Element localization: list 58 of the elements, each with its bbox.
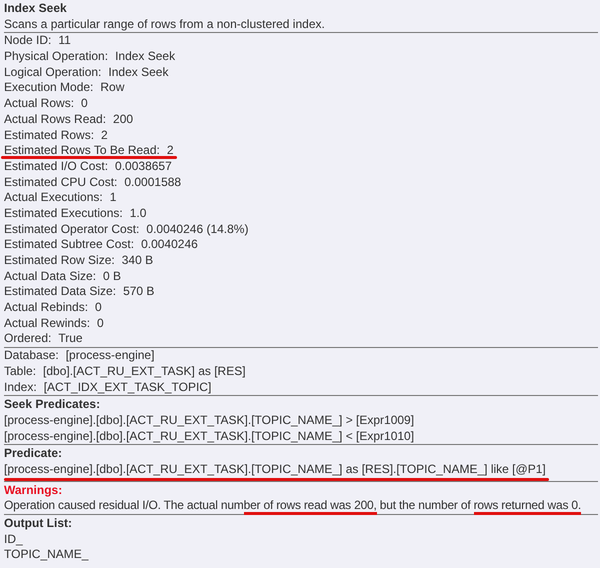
- property-label: Estimated Executions:: [4, 206, 123, 222]
- property-label: Ordered:: [4, 331, 52, 348]
- section-heading: Warnings:: [4, 482, 64, 498]
- property-label: Estimated Operator Cost:: [4, 222, 140, 238]
- property-label: Estimated CPU Cost:: [4, 174, 118, 190]
- property-value: 0: [97, 316, 104, 332]
- section-heading: Output List:: [4, 516, 73, 532]
- property-value: 200: [113, 112, 134, 128]
- predicate-text: [process-engine].[dbo].[ACT_RU_EXT_TASK].[TOPIC_NAME_] as [RES].[TOPIC_NAME_] like [@P1]: [4, 462, 546, 478]
- property-label: Database:: [4, 348, 59, 364]
- predicate-text: [process-engine].[dbo].[ACT_RU_EXT_TASK].[TOPIC_NAME_] > [Expr1009]: [4, 412, 414, 429]
- property-label: Table:: [4, 364, 36, 380]
- property-label: Estimated Row Size:: [4, 253, 115, 269]
- property-value: True: [58, 331, 83, 348]
- section-heading: Seek Predicates:: [4, 397, 102, 413]
- property-label: Estimated Subtree Cost:: [4, 237, 134, 253]
- property-value: [process-engine]: [66, 348, 154, 364]
- property-label: Actual Data Size:: [4, 268, 96, 284]
- property-value: 340 B: [122, 253, 154, 269]
- property-label: Logical Operation:: [4, 64, 102, 80]
- property-label: Estimated Rows:: [4, 128, 94, 144]
- property-value: 570 B: [123, 284, 154, 300]
- output-column: TOPIC_NAME_: [4, 547, 600, 564]
- property-value: 0.0040246 (14.8%): [146, 222, 248, 238]
- property-label: Actual Rows:: [4, 96, 74, 112]
- property-label: Actual Rebinds:: [4, 300, 88, 316]
- property-label: Actual Executions:: [4, 190, 103, 206]
- property-label: Physical Operation:: [4, 49, 108, 65]
- property-value: 0 B: [103, 268, 122, 284]
- property-label: Execution Mode:: [4, 80, 94, 96]
- property-value: Row: [100, 80, 124, 96]
- property-label: Actual Rows Read:: [4, 112, 106, 128]
- property-label: Estimated I/O Cost:: [4, 158, 108, 175]
- property-value: Index Seek: [115, 49, 176, 65]
- property-value: [dbo].[ACT_RU_EXT_TASK] as [RES]: [43, 364, 246, 380]
- property-label: Actual Rewinds:: [4, 316, 90, 332]
- operator-title: Index Seek: [4, 1, 68, 17]
- property-label: Node ID:: [4, 33, 52, 50]
- property-value: 2: [166, 143, 174, 159]
- property-value: [ACT_IDX_EXT_TASK_TOPIC]: [44, 380, 212, 396]
- predicate-text: [process-engine].[dbo].[ACT_RU_EXT_TASK].[TOPIC_NAME_] < [Expr1010]: [4, 428, 414, 444]
- property-value: 0: [81, 96, 88, 112]
- property-label: Estimated Rows To Be Read:: [4, 143, 160, 159]
- property-value: 0.0038657: [115, 158, 172, 175]
- section-heading: Predicate:: [4, 446, 64, 462]
- warning-message: Operation caused residual I/O. The actual number of rows read was 200, but the number of rows returned was 0.: [4, 498, 581, 514]
- property-value: 11: [58, 33, 71, 50]
- property-value: 2: [101, 128, 108, 144]
- property-label: Estimated Data Size:: [4, 284, 116, 300]
- property-label: Index:: [4, 380, 37, 396]
- property-value: 0.0040246: [141, 237, 198, 253]
- operator-description: Scans a particular range of rows from a non-clustered index.: [4, 16, 326, 32]
- property-value: 0: [95, 300, 102, 316]
- output-column: ID_: [4, 532, 600, 548]
- property-value: Index Seek: [108, 64, 168, 80]
- property-value: 1: [110, 190, 116, 206]
- property-value: 1.0: [130, 206, 146, 222]
- property-value: 0.0001588: [124, 174, 182, 190]
